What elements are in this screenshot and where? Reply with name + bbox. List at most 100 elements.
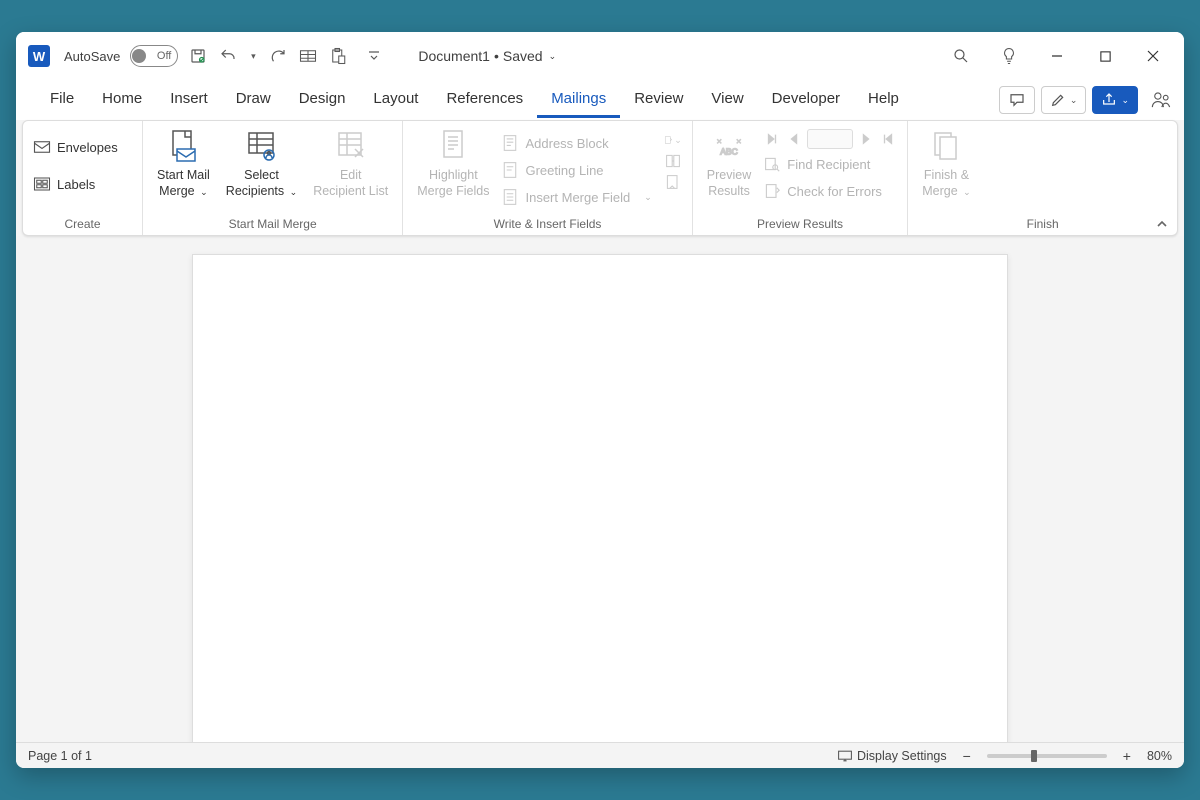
- tab-help[interactable]: Help: [854, 82, 913, 118]
- select-recipients-label: SelectRecipients ⌄: [226, 167, 297, 200]
- autosave-label: AutoSave: [64, 49, 120, 64]
- tab-review[interactable]: Review: [620, 82, 697, 118]
- recipients-icon: [244, 129, 278, 163]
- chevron-down-icon: ⌄: [1070, 95, 1078, 106]
- tab-design[interactable]: Design: [285, 82, 360, 118]
- undo-icon[interactable]: [218, 46, 238, 66]
- doc-separator: •: [494, 48, 499, 64]
- mail-merge-icon: [166, 129, 200, 163]
- zoom-level[interactable]: 80%: [1147, 749, 1172, 763]
- comments-button[interactable]: [999, 86, 1035, 114]
- tab-view[interactable]: View: [697, 82, 757, 118]
- envelopes-button[interactable]: Envelopes: [33, 135, 118, 159]
- group-create-label: Create: [33, 213, 132, 235]
- check-errors-label: Check for Errors: [787, 184, 882, 199]
- labels-icon: [33, 175, 51, 193]
- editing-mode-button[interactable]: ⌄: [1041, 86, 1087, 114]
- group-write-label: Write & Insert Fields: [413, 213, 682, 235]
- tab-layout[interactable]: Layout: [359, 82, 432, 118]
- tab-draw[interactable]: Draw: [222, 82, 285, 118]
- display-settings-icon: [837, 749, 853, 763]
- tab-file[interactable]: File: [36, 82, 88, 118]
- tab-developer[interactable]: Developer: [758, 82, 854, 118]
- app-window: W AutoSave Off ▾ Document1 • Saved ⌄: [16, 32, 1184, 768]
- address-block-label: Address Block: [525, 136, 608, 151]
- collapse-ribbon-icon[interactable]: [1155, 219, 1169, 229]
- last-record-icon: [879, 130, 897, 148]
- group-write-insert: HighlightMerge Fields Address Block Gree…: [403, 121, 693, 235]
- envelope-icon: [33, 138, 51, 156]
- close-button[interactable]: [1142, 45, 1164, 67]
- ribbon: Envelopes Labels Create Start MailMerge …: [22, 120, 1178, 236]
- group-start-label: Start Mail Merge: [153, 213, 392, 235]
- save-icon[interactable]: [188, 46, 208, 66]
- start-mail-merge-button[interactable]: Start MailMerge ⌄: [153, 127, 214, 202]
- greeting-line-label: Greeting Line: [525, 163, 603, 178]
- doc-status: Saved: [503, 48, 543, 64]
- document-page[interactable]: [192, 254, 1008, 742]
- edit-recipient-list-button: EditRecipient List: [309, 127, 392, 202]
- find-icon: [763, 155, 781, 173]
- display-settings-label: Display Settings: [857, 749, 947, 763]
- highlight-label: HighlightMerge Fields: [417, 167, 489, 200]
- next-record-icon: [857, 130, 875, 148]
- tab-insert[interactable]: Insert: [156, 82, 222, 118]
- tab-home[interactable]: Home: [88, 82, 156, 118]
- preview-icon: ABC: [712, 129, 746, 163]
- group-finish-label: Finish: [918, 213, 1167, 235]
- highlight-icon: [436, 129, 470, 163]
- insert-field-icon: [501, 188, 519, 206]
- share-button[interactable]: ⌄: [1092, 86, 1138, 114]
- doc-name: Document1: [418, 48, 490, 64]
- document-canvas[interactable]: [16, 236, 1184, 742]
- search-icon[interactable]: [950, 45, 972, 67]
- status-bar: Page 1 of 1 Display Settings − + 80%: [16, 742, 1184, 768]
- insert-merge-field-button: Insert Merge Field ⌄: [501, 185, 651, 209]
- chevron-down-icon: ⌄: [644, 192, 652, 203]
- rules-icon: ⌄: [664, 131, 682, 149]
- group-preview-label: Preview Results: [703, 213, 897, 235]
- address-block-icon: [501, 134, 519, 152]
- customize-qat-icon[interactable]: [364, 46, 384, 66]
- zoom-slider[interactable]: [987, 754, 1107, 758]
- chevron-down-icon: ⌄: [549, 51, 557, 62]
- tab-references[interactable]: References: [432, 82, 537, 118]
- tab-mailings[interactable]: Mailings: [537, 82, 620, 118]
- toggle-knob-icon: [132, 49, 146, 63]
- check-errors-icon: [763, 182, 781, 200]
- match-fields-icon: [664, 152, 682, 170]
- display-settings-button[interactable]: Display Settings: [837, 749, 947, 763]
- start-mail-merge-label: Start MailMerge ⌄: [157, 167, 210, 200]
- word-app-icon: W: [28, 45, 50, 67]
- autosave-toggle[interactable]: Off: [130, 45, 178, 67]
- lightbulb-icon[interactable]: [998, 45, 1020, 67]
- page-info[interactable]: Page 1 of 1: [28, 749, 92, 763]
- select-recipients-button[interactable]: SelectRecipients ⌄: [222, 127, 301, 202]
- maximize-button[interactable]: [1094, 45, 1116, 67]
- undo-dropdown-icon[interactable]: ▾: [248, 46, 258, 66]
- find-recipient-label: Find Recipient: [787, 157, 870, 172]
- preview-results-label: PreviewResults: [707, 167, 751, 200]
- paste-icon[interactable]: [328, 46, 348, 66]
- chevron-down-icon: ⌄: [1121, 95, 1129, 106]
- labels-button[interactable]: Labels: [33, 172, 118, 196]
- highlight-merge-fields-button: HighlightMerge Fields: [413, 127, 493, 202]
- envelopes-label: Envelopes: [57, 140, 118, 155]
- group-start-mail-merge: Start MailMerge ⌄ SelectRecipients ⌄ Edi…: [143, 121, 403, 235]
- table-view-icon[interactable]: [298, 46, 318, 66]
- edit-recipient-list-label: EditRecipient List: [313, 167, 388, 200]
- group-finish: Finish &Merge ⌄ Finish: [908, 121, 1177, 235]
- redo-icon[interactable]: [268, 46, 288, 66]
- preview-results-button: ABC PreviewResults: [703, 127, 755, 202]
- autosave-state: Off: [157, 50, 171, 62]
- greeting-line-button: Greeting Line: [501, 158, 651, 182]
- document-title[interactable]: Document1 • Saved ⌄: [418, 48, 556, 64]
- first-record-icon: [763, 130, 781, 148]
- zoom-in-button[interactable]: +: [1119, 748, 1135, 764]
- edit-list-icon: [334, 129, 368, 163]
- record-number-input: [807, 129, 853, 149]
- minimize-button[interactable]: [1046, 45, 1068, 67]
- zoom-out-button[interactable]: −: [959, 748, 975, 764]
- account-icon[interactable]: [1150, 89, 1172, 111]
- zoom-thumb[interactable]: [1031, 750, 1037, 762]
